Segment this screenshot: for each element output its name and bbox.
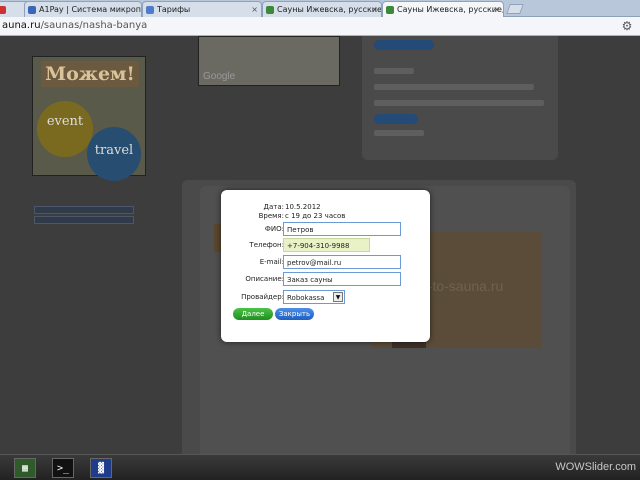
provider-label: Провайдер: xyxy=(241,293,284,301)
social-row xyxy=(374,100,544,106)
tab-tariffs[interactable]: Тарифы × xyxy=(142,1,262,17)
email-row: E-mail: petrov@mail.ru xyxy=(221,255,430,269)
social-like xyxy=(374,68,414,74)
wrench-icon[interactable]: ⚙ xyxy=(620,19,634,33)
site-favicon-icon xyxy=(28,6,36,14)
site-favicon-icon xyxy=(266,6,274,14)
url-host: auna.ru xyxy=(2,20,41,31)
phone-field[interactable]: +7-904-310-9988 xyxy=(283,238,370,252)
travel-badge: travel xyxy=(87,127,141,181)
tab-label: Тарифы xyxy=(157,5,191,14)
promo-banner[interactable]: Можем! event travel xyxy=(32,56,146,181)
site-favicon-icon xyxy=(386,6,394,14)
close-button[interactable]: Закрыть xyxy=(275,308,314,320)
event-badge: event xyxy=(37,101,93,157)
wowslider-watermark: WOWSlider.com xyxy=(555,461,636,473)
webmoney-badge[interactable] xyxy=(34,206,134,214)
google-logo: Google xyxy=(203,71,236,82)
provider-value: Robokassa xyxy=(287,294,325,302)
name-row: ФИО: Петров xyxy=(221,222,430,236)
dropdown-arrow-icon[interactable]: ▼ xyxy=(333,292,343,302)
share-button[interactable] xyxy=(374,114,418,124)
email-label: E-mail: xyxy=(259,258,284,266)
photo-watermark: o-to-sauna.ru xyxy=(420,278,504,294)
book-button[interactable] xyxy=(374,40,434,50)
description-label: Описание: xyxy=(245,275,284,283)
webmoney-badge[interactable] xyxy=(34,216,134,224)
close-tab-icon[interactable]: × xyxy=(493,5,500,14)
info-card xyxy=(362,36,558,160)
time-value: с 19 до 23 часов xyxy=(285,212,346,220)
phone-row: Телефон: +7-904-310-9988 xyxy=(221,238,430,252)
tab-saunas-1[interactable]: Сауны Ижевска, русские, × xyxy=(262,1,382,17)
close-tab-icon[interactable]: × xyxy=(371,5,378,14)
tweet-button xyxy=(374,130,424,136)
name-label: ФИО: xyxy=(264,225,284,233)
tab-a1pay[interactable]: A1Pay | Система микропла xyxy=(24,1,142,17)
close-tab-icon[interactable]: × xyxy=(251,5,258,14)
taskbar: ▦ >_ ▓ WOWSlider.com xyxy=(0,454,640,480)
excel-taskbar-icon[interactable]: ▦ xyxy=(14,458,36,478)
banner-heading: Можем! xyxy=(41,61,139,87)
site-favicon-icon xyxy=(146,6,154,14)
address-bar[interactable]: auna.ru/saunas/nasha-banya ⚙ xyxy=(0,17,640,36)
url-text[interactable]: auna.ru/saunas/nasha-banya xyxy=(2,20,147,31)
description-row: Описание: Заказ сауны xyxy=(221,272,430,286)
email-field[interactable]: petrov@mail.ru xyxy=(283,255,401,269)
time-label: Время: xyxy=(258,212,284,220)
url-path: /saunas/nasha-banya xyxy=(40,20,148,31)
chart-taskbar-icon[interactable]: ▓ xyxy=(90,458,112,478)
map-thumbnail[interactable]: Google xyxy=(198,36,340,86)
time-row: Время: с 19 до 23 часов xyxy=(221,209,430,223)
tab-label: Сауны Ижевска, русские, xyxy=(397,5,504,14)
site-favicon-icon xyxy=(0,6,6,14)
tab-saunas-active[interactable]: Сауны Ижевска, русские, × xyxy=(382,1,504,18)
tab-label: Сауны Ижевска, русские, xyxy=(277,5,382,14)
next-button[interactable]: Далее xyxy=(233,308,273,320)
new-tab-button[interactable] xyxy=(506,4,524,14)
phone-label: Телефон: xyxy=(249,241,284,249)
tab-label: A1Pay | Система микропла xyxy=(39,5,142,14)
social-row xyxy=(374,84,534,90)
provider-row: Провайдер: Robokassa ▼ xyxy=(221,290,430,304)
browser-tab-strip: A1Pay | Система микропла Тарифы × Сауны … xyxy=(0,0,640,18)
description-field[interactable]: Заказ сауны xyxy=(283,272,401,286)
provider-select[interactable]: Robokassa ▼ xyxy=(283,290,345,304)
terminal-taskbar-icon[interactable]: >_ xyxy=(52,458,74,478)
name-field[interactable]: Петров xyxy=(283,222,401,236)
booking-modal: Дата: 10.5.2012 Время: с 19 до 23 часов … xyxy=(221,190,430,342)
